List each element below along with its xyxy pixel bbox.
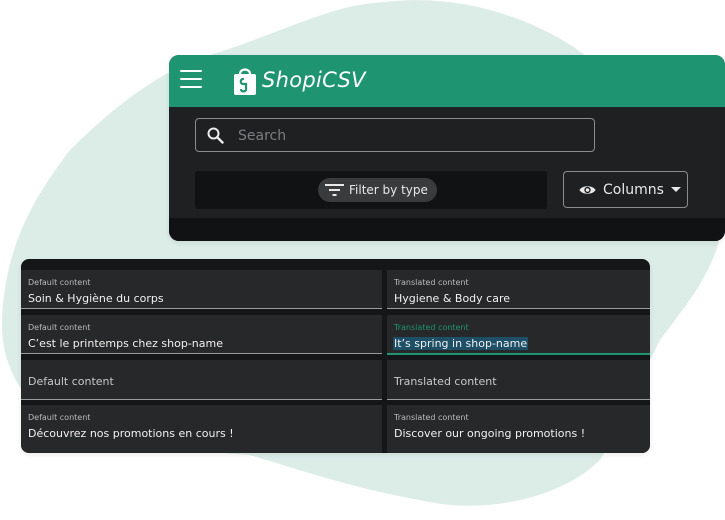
- default-content-label: Default content: [28, 413, 91, 422]
- default-content-label: Default content: [28, 323, 91, 332]
- translated-content-value-selected: It’s spring in shop-name: [393, 337, 529, 350]
- search-input[interactable]: [236, 125, 580, 147]
- filter-icon: [325, 184, 344, 196]
- filter-bar: Filter by type: [195, 171, 547, 209]
- default-content-label: Default content: [28, 278, 91, 287]
- default-content-cell[interactable]: Default content Découvrez nos promotions…: [21, 405, 382, 453]
- translated-content-placeholder: Translated content: [394, 375, 497, 388]
- app-window: ShopiCSV Filter by type Columns: [169, 55, 725, 241]
- default-content-value: Découvrez nos promotions en cours !: [28, 427, 234, 440]
- hamburger-icon[interactable]: [180, 70, 202, 90]
- caret-down-icon: [670, 186, 681, 192]
- shopping-bag-icon: [234, 68, 256, 95]
- translation-table: Default content Soin & Hygiène du corps …: [21, 259, 650, 453]
- translated-content-cell[interactable]: Translated content Hygiene & Body care: [387, 270, 650, 309]
- translated-content-value: Discover our ongoing promotions !: [394, 427, 586, 440]
- default-content-cell-empty[interactable]: Default content: [21, 360, 382, 400]
- translated-content-value: Hygiene & Body care: [394, 292, 510, 305]
- columns-button[interactable]: Columns: [563, 171, 688, 208]
- filter-chip-label: Filter by type: [349, 183, 428, 197]
- filter-by-type-chip[interactable]: Filter by type: [318, 178, 437, 202]
- app-brand: ShopiCSV: [262, 68, 366, 92]
- translated-content-label: Translated content: [394, 413, 469, 422]
- eye-icon: [579, 185, 596, 194]
- translated-content-label: Translated content: [394, 323, 469, 332]
- translated-content-cell-empty[interactable]: Translated content: [387, 360, 650, 400]
- app-header: ShopiCSV: [169, 55, 725, 107]
- columns-button-label: Columns: [603, 181, 664, 198]
- default-content-placeholder: Default content: [28, 375, 114, 388]
- search-field[interactable]: [195, 118, 595, 152]
- search-icon: [207, 127, 224, 144]
- translated-content-cell-focused[interactable]: Translated content It’s spring in shop-n…: [387, 315, 650, 355]
- app-footer-strip: [169, 218, 725, 241]
- default-content-cell[interactable]: Default content C’est le printemps chez …: [21, 315, 382, 354]
- translated-content-cell[interactable]: Translated content Discover our ongoing …: [387, 405, 650, 453]
- default-content-cell[interactable]: Default content Soin & Hygiène du corps: [21, 270, 382, 309]
- translated-content-label: Translated content: [394, 278, 469, 287]
- default-content-value: C’est le printemps chez shop-name: [28, 337, 223, 350]
- default-content-value: Soin & Hygiène du corps: [28, 292, 164, 305]
